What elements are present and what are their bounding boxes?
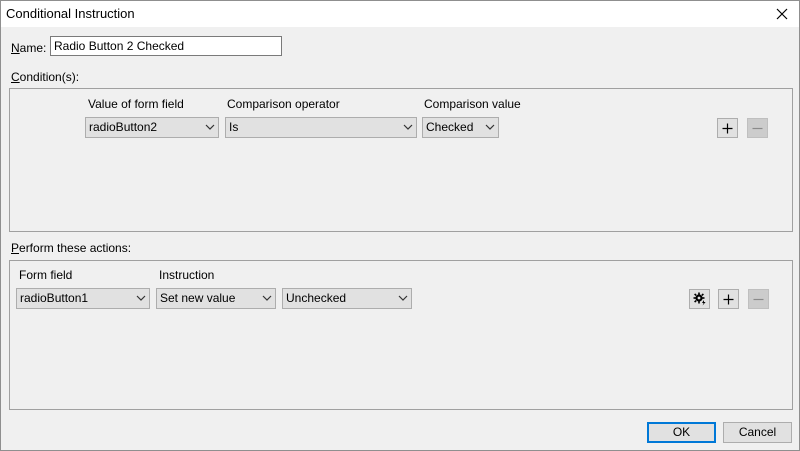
conditions-group: Value of form field Comparison operator … (9, 88, 793, 232)
condition-operator-value: Is (229, 120, 239, 134)
gear-icon (693, 292, 706, 306)
close-icon (776, 8, 788, 20)
action-instruction-select[interactable]: Set new value (156, 288, 276, 309)
ok-button[interactable]: OK (647, 422, 716, 443)
condition-form-field-value: radioButton2 (89, 120, 158, 134)
cancel-button[interactable]: Cancel (723, 422, 792, 443)
action-form-field-select[interactable]: radioButton1 (16, 288, 150, 309)
name-input[interactable]: Radio Button 2 Checked (50, 36, 282, 56)
add-action-button[interactable] (718, 289, 739, 309)
window-title: Conditional Instruction (6, 6, 135, 21)
minus-icon (752, 127, 763, 129)
actions-group: Form field Instruction radioButton1 Set … (9, 260, 793, 410)
title-bar: Conditional Instruction (1, 1, 799, 27)
minus-icon (753, 298, 764, 300)
remove-condition-button[interactable] (747, 118, 768, 138)
chevron-down-icon (485, 124, 495, 130)
action-value-select[interactable]: Unchecked (282, 288, 412, 309)
col-instruction: Instruction (159, 268, 215, 282)
add-condition-button[interactable] (717, 118, 738, 138)
chevron-down-icon (403, 124, 413, 130)
chevron-down-icon (136, 295, 146, 301)
action-form-field-value: radioButton1 (20, 291, 89, 305)
col-value-of-form-field: Value of form field (88, 97, 184, 111)
remove-action-button[interactable] (748, 289, 769, 309)
chevron-down-icon (398, 295, 408, 301)
condition-value-value: Checked (426, 120, 474, 134)
plus-icon (722, 123, 733, 133)
conditions-label: Condition(s): (11, 70, 80, 84)
condition-value-select[interactable]: Checked (422, 117, 499, 138)
condition-form-field-select[interactable]: radioButton2 (85, 117, 219, 138)
plus-icon (723, 294, 734, 304)
action-instruction-value: Set new value (160, 291, 236, 305)
condition-operator-select[interactable]: Is (225, 117, 417, 138)
dialog-window: Conditional Instruction Name: Radio Butt… (0, 0, 800, 451)
close-button[interactable] (765, 1, 799, 27)
col-comparison-operator: Comparison operator (227, 97, 340, 111)
col-comparison-value: Comparison value (424, 97, 521, 111)
action-value-value: Unchecked (286, 291, 347, 305)
action-settings-button[interactable] (689, 289, 710, 309)
chevron-down-icon (205, 124, 215, 130)
name-label: Name: (11, 41, 47, 55)
col-form-field: Form field (19, 268, 73, 282)
actions-label: Perform these actions: (11, 241, 132, 255)
chevron-down-icon (262, 295, 272, 301)
